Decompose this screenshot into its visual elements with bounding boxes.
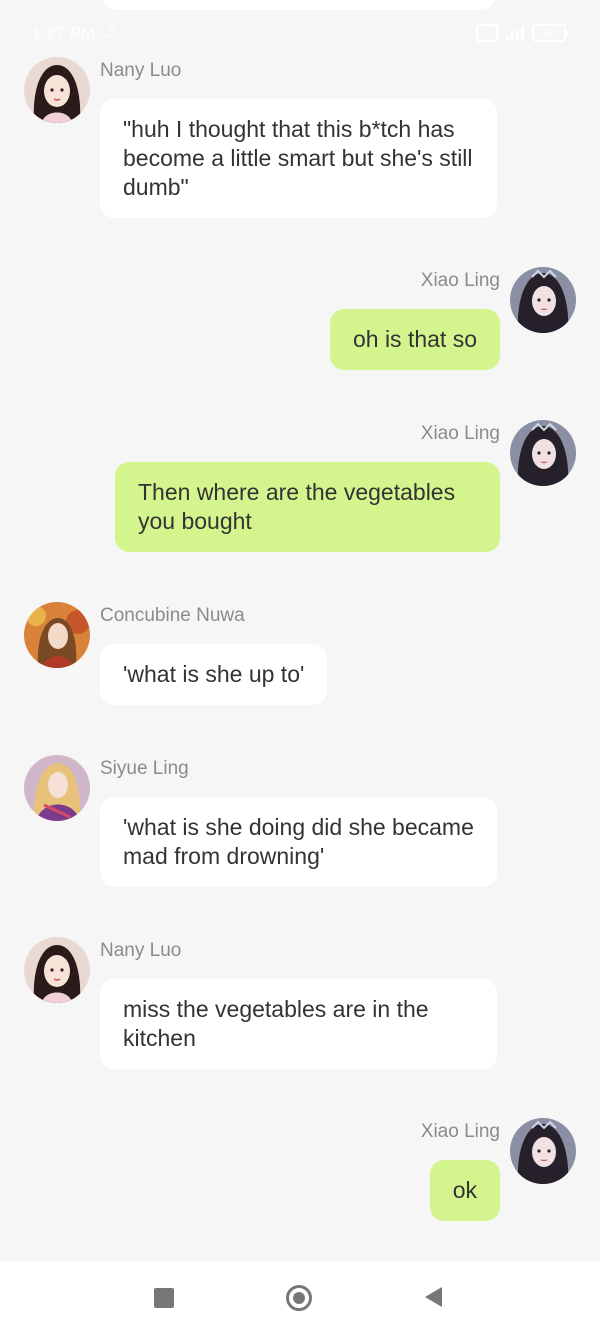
previous-message-bubble — [100, 0, 497, 10]
avatar-xiao-ling[interactable] — [510, 1118, 576, 1184]
battery-icon: 58 — [532, 24, 569, 42]
avatar-concubine-nuwa[interactable] — [24, 602, 90, 668]
home-circle-icon[interactable] — [286, 1285, 312, 1311]
back-triangle-icon[interactable] — [425, 1287, 442, 1307]
home-dot — [293, 1292, 305, 1304]
status-time: 1:27 PM — [32, 24, 96, 43]
message-bubble[interactable]: miss the vegetables are in the kitchen — [100, 979, 497, 1069]
message-bubble[interactable]: "huh I thought that this b*tch has becom… — [100, 99, 497, 218]
message-bubble[interactable]: ok — [429, 1160, 500, 1221]
avatar-xiao-ling[interactable] — [510, 267, 576, 333]
sender-name: Xiao Ling — [420, 270, 500, 291]
avatar-siyue-ling[interactable] — [24, 755, 90, 821]
screen-record-icon — [476, 24, 498, 42]
message-bubble[interactable]: oh is that so — [329, 309, 500, 370]
sender-name: Concubine Nuwa — [100, 605, 245, 626]
sender-name: Xiao Ling — [420, 1121, 500, 1142]
sender-name: Xiao Ling — [420, 423, 500, 444]
warning-icon: ⚠ — [104, 22, 120, 41]
square-icon[interactable] — [154, 1288, 174, 1308]
system-navigation-bar — [0, 1261, 600, 1333]
signal-icon — [506, 26, 524, 40]
sender-name: Nany Luo — [100, 940, 182, 961]
avatar-nany-luo[interactable] — [24, 937, 90, 1003]
avatar-nany-luo[interactable] — [24, 57, 90, 123]
battery-level: 58 — [543, 28, 554, 38]
message-bubble[interactable]: 'what is she up to' — [100, 644, 328, 705]
status-icons: 58 — [476, 24, 569, 42]
status-bar: 1:27 PM ⚠ 58 — [0, 22, 600, 46]
sender-name: Nany Luo — [100, 60, 182, 81]
message-bubble[interactable]: Then where are the vegetables you bought — [115, 462, 500, 552]
sender-name: Siyue Ling — [100, 758, 189, 779]
avatar-xiao-ling[interactable] — [510, 420, 576, 486]
message-bubble[interactable]: 'what is she doing did she became mad fr… — [100, 797, 497, 887]
